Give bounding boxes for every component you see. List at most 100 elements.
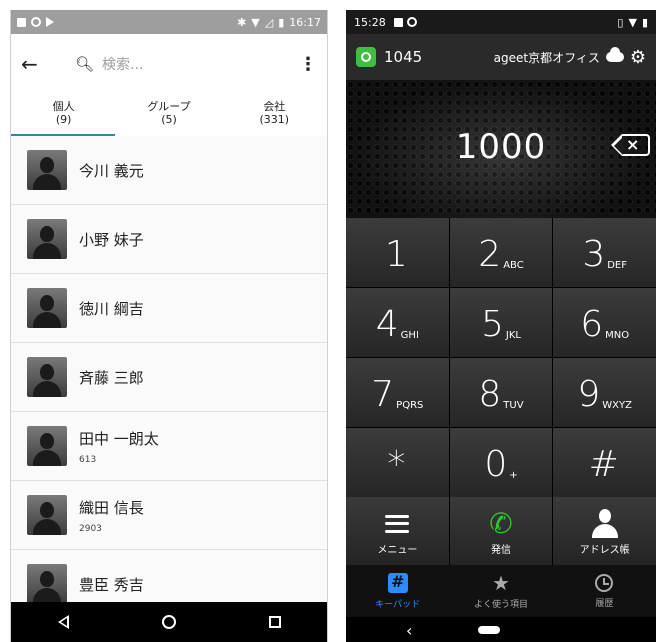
dialed-number: 1000 [455,127,547,167]
key-hash[interactable]: # [553,428,656,497]
contact-tabs: 個人 (9) グループ (5) 会社 (331) [11,94,327,136]
back-arrow-icon[interactable]: ← [21,52,51,76]
contact-extension: 2903 [79,523,102,534]
star-icon: ★ [492,570,510,595]
dialer-header: 1045 ageet京都オフィス ⚙ [346,34,656,80]
tab-group[interactable]: グループ (5) [116,94,221,136]
key-digit: 0 [484,444,508,485]
contact-name: 斉藤 三郎 [79,368,144,387]
contact-row[interactable]: 斉藤 三郎 [11,343,327,412]
keypad-icon [387,572,408,593]
contact-list: 今川 義元 小野 妹子 徳川 綱吉 斉藤 三郎 田中 一朗太 613 織田 信長… [11,136,327,619]
contacts-screen: ✱ ▼ ◿ ▮ 16:17 ← 🔍︎ 検索... ⋮ 個人 (9) グループ (… [10,10,328,642]
more-options-icon[interactable]: ⋮ [299,54,317,75]
nav-recents-icon[interactable] [268,616,281,628]
status-time: 15:28 [354,15,386,29]
key-letters: WXYZ [602,400,632,411]
extension-number: 1045 [384,48,423,66]
wifi-icon: ▼ [628,15,637,29]
avatar [27,150,67,190]
tab-favorites[interactable]: ★ よく使う項目 [449,565,552,617]
account-name[interactable]: ageet京都オフィス [494,49,600,66]
key-7[interactable]: 7 PQRS [346,358,449,427]
tab-keypad[interactable]: キーパッド [346,565,449,617]
nav-home-pill[interactable] [478,626,501,634]
contact-row[interactable]: 今川 義元 [11,136,327,205]
wifi-icon: ▼ [251,15,260,29]
avatar [27,357,67,397]
contact-row[interactable]: 小野 妹子 [11,205,327,274]
key-3[interactable]: 3 DEF [553,218,656,287]
key-6[interactable]: 6 MNO [553,288,656,357]
tab-count: (9) [55,113,72,126]
key-digit: 8 [478,374,502,415]
registration-status-icon [356,47,376,67]
key-1[interactable]: 1 [346,218,449,287]
key-digit: 4 [375,304,399,345]
avatar [27,426,67,466]
gear-icon[interactable]: ⚙ [630,47,646,68]
tab-label: キーパッド [375,599,421,610]
bottom-tab-bar: キーパッド ★ よく使う項目 履歴 [346,565,656,617]
tab-personal[interactable]: 個人 (9) [11,94,116,136]
key-8[interactable]: 8 TUV [449,358,553,427]
status-bar: 15:28 ▯ ▼ ▮ [346,10,656,34]
tab-label: 個人 [52,100,75,113]
key-2[interactable]: 2 ABC [449,218,553,287]
contact-row[interactable]: 田中 一朗太 613 [11,412,327,481]
tab-count: (331) [259,113,290,126]
address-book-label: アドレス帳 [579,544,630,556]
key-9[interactable]: 9 WXYZ [553,358,656,427]
key-letters: PQRS [396,400,424,411]
key-digit: * [387,444,406,485]
signal-icon: ◿ [264,15,274,29]
contact-name: 小野 妹子 [79,230,144,249]
key-digit: 3 [582,234,606,275]
key-digit: 7 [371,374,395,415]
key-digit: 2 [478,234,502,275]
key-5[interactable]: 5 JKL [449,288,553,357]
notification-icon [393,17,403,27]
menu-button[interactable]: メニュー [346,497,449,565]
key-digit: # [588,444,619,485]
vibrate-icon: ▯ [617,15,624,29]
key-4[interactable]: 4 GHI [346,288,449,357]
search-input[interactable]: 検索... [102,54,143,74]
tab-company[interactable]: 会社 (331) [222,94,327,136]
key-letters: JKL [505,330,521,341]
search-icon[interactable]: 🔍︎ [75,55,94,73]
contact-extension: 613 [79,454,97,465]
cloud-icon [605,47,624,62]
call-button[interactable]: ✆ 発信 [449,497,553,565]
search-bar: ← 🔍︎ 検索... ⋮ [11,34,327,94]
key-digit: 9 [577,374,601,415]
key-star[interactable]: * [346,428,449,497]
avatar [27,564,67,604]
play-icon [46,17,54,27]
sync-icon [406,17,417,27]
number-display: 1000 × [346,80,656,218]
nav-back-icon[interactable] [57,615,69,629]
key-0[interactable]: 0 + [449,428,553,497]
clock-icon [595,573,614,592]
contact-row[interactable]: 織田 信長 2903 [11,481,327,550]
menu-icon [385,514,410,533]
contact-row[interactable]: 徳川 綱吉 [11,274,327,343]
avatar [27,288,67,328]
android-nav-bar [11,602,327,642]
tab-label: 会社 [263,100,286,113]
key-digit: 5 [481,304,504,345]
tab-label: よく使う項目 [473,599,528,610]
backspace-icon[interactable]: × [611,134,650,156]
nav-home-icon[interactable] [161,615,176,629]
bluetooth-icon: ✱ [237,15,247,29]
person-icon [591,508,619,539]
avatar [27,495,67,535]
battery-icon: ▮ [641,15,648,29]
tab-history[interactable]: 履歴 [553,565,656,617]
address-book-button[interactable]: アドレス帳 [553,497,656,565]
key-letters: GHI [400,330,419,341]
nav-back-icon[interactable]: ‹ [406,621,412,640]
keypad: 1 2 ABC 3 DEF 4 GHI 5 JKL 6 MNO 7 PQRS 8 TUV 9W… [346,218,656,497]
key-letters: MNO [605,330,630,341]
